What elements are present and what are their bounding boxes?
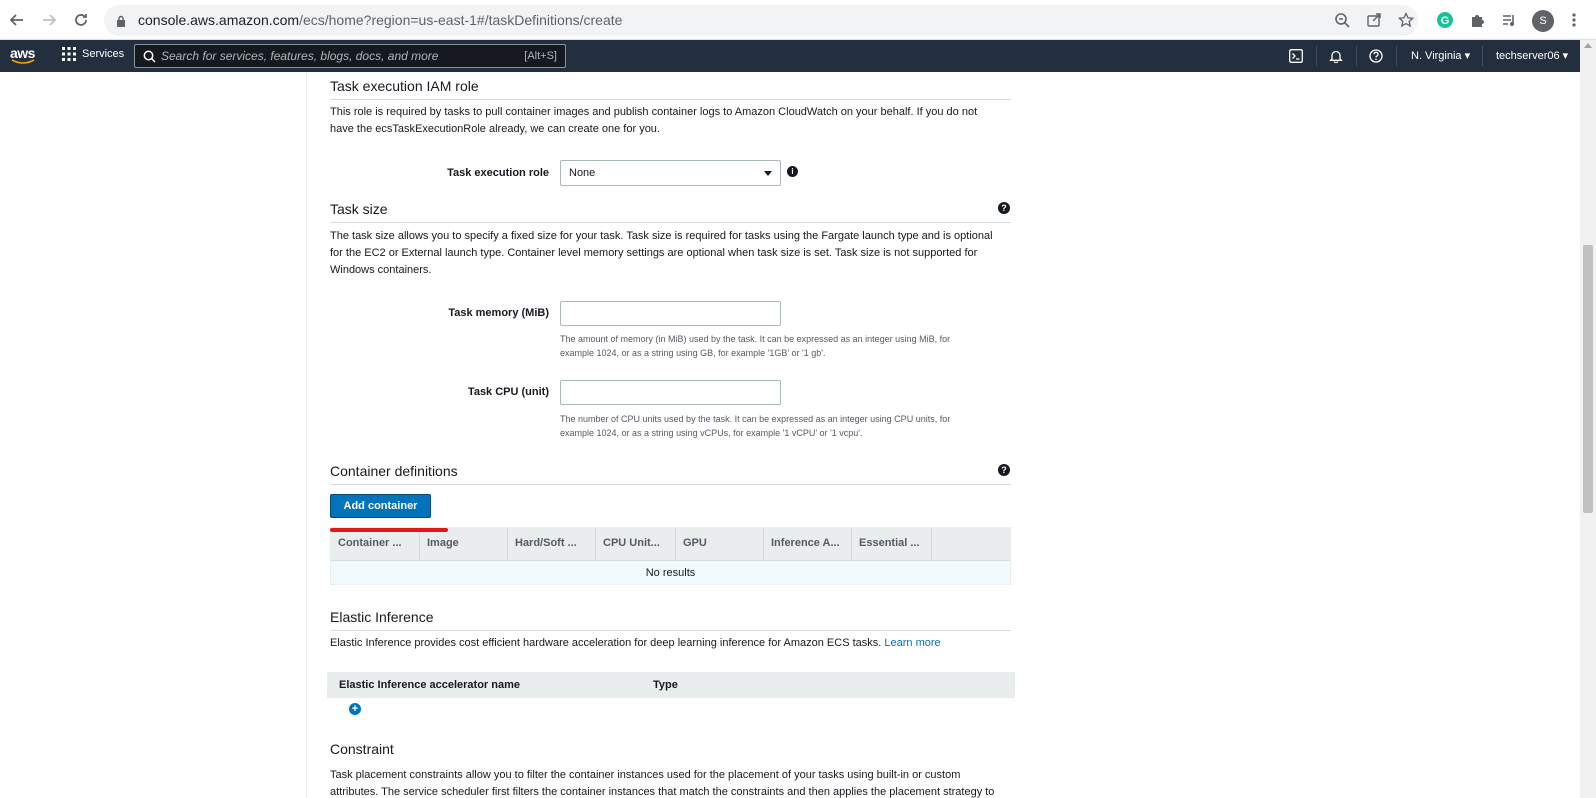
description-line: Task placement constraints allow you to … xyxy=(330,769,961,781)
highlight-underline xyxy=(330,528,448,532)
service-search[interactable]: [Alt+S] xyxy=(134,44,566,68)
extensions-puzzle-icon[interactable] xyxy=(1467,10,1487,30)
task-execution-description: This role is required by tasks to pull c… xyxy=(330,104,1010,138)
column-header[interactable]: Essential ... xyxy=(852,528,932,560)
task-memory-label: Task memory (MiB) xyxy=(448,307,549,319)
content-left-border xyxy=(306,72,307,798)
section-divider xyxy=(330,630,1011,631)
task-execution-role-select[interactable]: None xyxy=(560,160,781,186)
grammarly-extension-icon[interactable]: G xyxy=(1435,10,1455,30)
constraint-title: Constraint xyxy=(330,741,394,757)
hint-line: example 1024, or as a string using vCPUs… xyxy=(560,428,863,438)
services-menu-button[interactable]: Services xyxy=(62,47,124,61)
column-header: Elastic Inference accelerator name xyxy=(339,679,520,691)
add-accelerator-icon[interactable]: + xyxy=(349,703,361,715)
learn-more-link[interactable]: Learn more xyxy=(884,637,940,649)
column-header: Type xyxy=(653,679,678,691)
column-header[interactable]: GPU xyxy=(676,528,764,560)
caret-down-icon xyxy=(764,171,772,176)
share-icon[interactable] xyxy=(1364,10,1384,30)
notifications-bell-icon[interactable] xyxy=(1328,48,1344,64)
lock-icon xyxy=(116,14,126,32)
svg-text:G: G xyxy=(1441,15,1450,27)
task-size-description: The task size allows you to specify a fi… xyxy=(330,228,1010,279)
nav-divider xyxy=(1396,46,1397,66)
search-input[interactable] xyxy=(161,48,491,64)
column-header[interactable]: Inference A... xyxy=(764,528,852,560)
region-selector[interactable]: N. Virginia ▾ xyxy=(1411,49,1470,62)
scroll-up-arrow-icon[interactable] xyxy=(1584,43,1592,48)
description-line: have the ecsTaskExecutionRole already, w… xyxy=(330,123,660,135)
description-line: Windows containers. xyxy=(330,264,432,276)
hint-line: The number of CPU units used by the task… xyxy=(560,414,951,424)
url-text: console.aws.amazon.com/ecs/home?region=u… xyxy=(138,12,622,28)
zoom-icon[interactable] xyxy=(1332,10,1352,30)
scrollbar-thumb[interactable] xyxy=(1583,245,1593,513)
task-cpu-hint: The number of CPU units used by the task… xyxy=(560,412,1000,440)
elastic-inference-table-header: Elastic Inference accelerator name Type xyxy=(327,672,1015,698)
task-cpu-input[interactable] xyxy=(560,380,781,405)
table-header: Container ... Image Hard/Soft ... CPU Un… xyxy=(331,528,1010,560)
aws-top-navigation: aws Services [Alt+S] N. Virginia ▾ techs… xyxy=(0,40,1580,72)
cloudshell-icon[interactable] xyxy=(1288,48,1304,64)
task-execution-title: Task execution IAM role xyxy=(330,78,479,94)
selected-value: None xyxy=(569,167,596,179)
column-header[interactable]: Container ... xyxy=(331,528,420,560)
url-host: console.aws.amazon.com xyxy=(138,12,300,28)
help-icon[interactable]: ? xyxy=(998,202,1010,214)
back-icon[interactable] xyxy=(6,9,28,31)
forward-icon[interactable] xyxy=(38,9,60,31)
column-header[interactable]: Hard/Soft ... xyxy=(508,528,596,560)
column-header[interactable]: Image xyxy=(420,528,508,560)
constraint-description: Task placement constraints allow you to … xyxy=(330,767,1010,798)
description-text: Elastic Inference provides cost efficien… xyxy=(330,637,882,649)
info-icon[interactable]: i xyxy=(787,166,798,177)
address-bar[interactable]: console.aws.amazon.com/ecs/home?region=u… xyxy=(104,5,1418,36)
column-header[interactable]: CPU Unit... xyxy=(596,528,676,560)
description-line: attributes. The service scheduler first … xyxy=(330,786,995,798)
container-definitions-title: Container definitions xyxy=(330,463,458,479)
nav-divider xyxy=(1356,46,1357,66)
browser-toolbar: console.aws.amazon.com/ecs/home?region=u… xyxy=(0,0,1596,40)
profile-avatar[interactable]: S xyxy=(1532,10,1554,32)
elastic-inference-description: Elastic Inference provides cost efficien… xyxy=(330,635,1030,652)
task-execution-role-label: Task execution role xyxy=(447,167,549,179)
media-playlist-icon[interactable] xyxy=(1499,10,1519,30)
elastic-inference-title: Elastic Inference xyxy=(330,609,434,625)
description-line: for the EC2 or External launch type. Con… xyxy=(330,247,978,259)
nav-divider xyxy=(1316,46,1317,66)
nav-divider xyxy=(1482,46,1483,66)
aws-smile-icon xyxy=(11,59,35,64)
reload-icon[interactable] xyxy=(70,9,92,31)
services-label: Services xyxy=(82,48,125,60)
browser-menu-icon[interactable] xyxy=(1564,10,1584,30)
grid-icon xyxy=(62,47,76,61)
container-definitions-table: Container ... Image Hard/Soft ... CPU Un… xyxy=(330,527,1011,585)
aws-logo[interactable]: aws xyxy=(10,45,40,67)
url-path: /ecs/home?region=us-east-1#/taskDefiniti… xyxy=(299,12,623,28)
hint-line: example 1024, or as a string using GB, f… xyxy=(560,348,826,358)
search-shortcut-hint: [Alt+S] xyxy=(524,50,557,62)
hint-line: The amount of memory (in MiB) used by th… xyxy=(560,334,951,344)
page-scrollbar[interactable] xyxy=(1580,40,1596,798)
section-divider xyxy=(330,222,1011,223)
help-icon[interactable] xyxy=(1368,48,1384,64)
empty-table-row: No results xyxy=(331,560,1010,584)
help-icon[interactable]: ? xyxy=(998,464,1010,476)
description-line: This role is required by tasks to pull c… xyxy=(330,106,978,118)
task-cpu-label: Task CPU (unit) xyxy=(467,386,549,398)
account-menu[interactable]: techserver06 ▾ xyxy=(1496,49,1568,62)
description-line: The task size allows you to specify a fi… xyxy=(330,230,993,242)
bookmark-star-icon[interactable] xyxy=(1396,10,1416,30)
add-container-button[interactable]: Add container xyxy=(330,494,431,518)
section-divider xyxy=(330,99,1011,100)
task-memory-input[interactable] xyxy=(560,301,781,326)
section-divider xyxy=(330,484,1011,485)
task-size-title: Task size xyxy=(330,201,388,217)
task-memory-hint: The amount of memory (in MiB) used by th… xyxy=(560,332,1000,360)
search-icon xyxy=(143,50,156,63)
